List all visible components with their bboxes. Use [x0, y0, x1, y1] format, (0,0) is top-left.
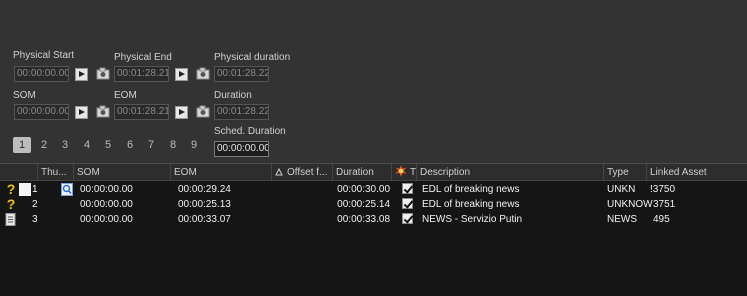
row-eom: 00:00:25.13 — [178, 199, 231, 210]
duration-field[interactable]: 00:01:28.22 — [214, 104, 269, 120]
question-icon: ? — [6, 196, 16, 212]
page-1[interactable]: 1 — [13, 137, 31, 153]
eom-label: EOM — [114, 90, 137, 101]
header-offset-label: Offset f... — [287, 167, 328, 178]
page-5[interactable]: 5 — [99, 137, 117, 153]
segments-grid: Thu... SOM EOM Offset f... Duration T De… — [0, 163, 747, 296]
page-4[interactable]: 4 — [78, 137, 96, 153]
row-som: 00:00:00.00 — [80, 184, 133, 195]
set-som-button[interactable] — [75, 106, 88, 119]
physical-duration-field[interactable]: 00:01:28.22 — [214, 66, 269, 82]
header-duration[interactable]: Duration — [333, 164, 392, 181]
table-row[interactable]: ? 2 00:00:00.00 00:00:25.13 00:00:25.14 … — [0, 197, 747, 212]
burst-icon — [395, 165, 407, 177]
physical-start-field[interactable]: 00:00:00.00 — [14, 66, 69, 82]
question-icon: ? — [6, 181, 16, 197]
header-description[interactable]: Description — [417, 164, 604, 181]
row-description: NEWS - Servizio Putin — [422, 214, 523, 225]
page-6[interactable]: 6 — [121, 137, 139, 153]
row-som: 00:00:00.00 — [80, 214, 133, 225]
page-2[interactable]: 2 — [35, 137, 53, 153]
camera-icon[interactable] — [196, 67, 210, 80]
row-eom: 00:00:33.07 — [178, 214, 231, 225]
physical-start-label: Physical Start — [13, 50, 75, 61]
row-description: EDL of breaking news — [422, 199, 520, 210]
header-offset[interactable]: Offset f... — [272, 164, 333, 181]
row-index: 3 — [32, 214, 38, 225]
row-type: UNKN — [607, 184, 636, 195]
physical-end-field[interactable]: 00:01:28.21 — [114, 66, 169, 82]
duration-label: Duration — [214, 90, 252, 101]
camera-icon[interactable] — [196, 105, 210, 118]
magnifier-icon[interactable] — [61, 183, 73, 196]
header-eom[interactable]: EOM — [171, 164, 272, 181]
table-row[interactable]: ? 1 00:00:00.00 00:00:29.24 00:00:30.00 … — [0, 182, 747, 197]
row-enabled-checkbox[interactable] — [402, 183, 413, 194]
physical-duration-label: Physical duration — [214, 52, 291, 63]
sort-triangle-icon — [275, 167, 283, 176]
row-type: NEWS — [607, 214, 637, 225]
page-9[interactable]: 9 — [185, 137, 203, 153]
header-type[interactable]: Type — [604, 164, 647, 181]
page-8[interactable]: 8 — [164, 137, 182, 153]
row-duration: 00:00:25.14 — [337, 199, 390, 210]
header-t-label: T — [410, 167, 417, 178]
sched-duration-field[interactable]: 00:00:00.00 — [214, 141, 269, 157]
row-linked-asset: 3751 — [653, 199, 676, 210]
row-index: 2 — [32, 199, 38, 210]
camera-icon[interactable] — [96, 67, 110, 80]
row-duration: 00:00:33.08 — [337, 214, 390, 225]
row-enabled-checkbox[interactable] — [402, 213, 413, 224]
row-som: 00:00:00.00 — [80, 199, 133, 210]
row-type: UNKNOW — [607, 199, 653, 210]
row-linked-asset: !3750 — [650, 184, 676, 195]
row-description: EDL of breaking news — [422, 184, 520, 195]
page-selector: 1 2 3 4 5 6 7 8 9 — [13, 137, 213, 153]
set-physical-end-button[interactable] — [175, 68, 188, 81]
page-3[interactable]: 3 — [56, 137, 74, 153]
physical-end-label: Physical End — [114, 52, 172, 63]
camera-icon[interactable] — [96, 105, 110, 118]
header-indicator — [0, 164, 38, 181]
som-field[interactable]: 00:00:00.00 — [14, 104, 69, 120]
set-physical-start-button[interactable] — [75, 68, 88, 81]
row-eom: 00:00:29.24 — [178, 184, 231, 195]
sched-duration-label: Sched. Duration — [214, 126, 286, 137]
header-linked-asset[interactable]: Linked Asset — [647, 164, 747, 181]
set-eom-button[interactable] — [175, 106, 188, 119]
page-7[interactable]: 7 — [142, 137, 160, 153]
row-selected-marker — [19, 183, 31, 196]
row-duration: 00:00:30.00 — [337, 184, 390, 195]
som-label: SOM — [13, 90, 36, 101]
row-index: 1 — [32, 184, 38, 195]
document-icon — [5, 213, 16, 226]
header-t[interactable]: T — [392, 164, 417, 181]
row-enabled-checkbox[interactable] — [402, 198, 413, 209]
header-thumbnail[interactable]: Thu... — [38, 164, 74, 181]
header-som[interactable]: SOM — [74, 164, 171, 181]
grid-header: Thu... SOM EOM Offset f... Duration T De… — [0, 164, 747, 181]
table-row[interactable]: 3 00:00:00.00 00:00:33.07 00:00:33.08 NE… — [0, 212, 747, 227]
eom-field[interactable]: 00:01:28.21 — [114, 104, 169, 120]
row-linked-asset: 495 — [653, 214, 670, 225]
